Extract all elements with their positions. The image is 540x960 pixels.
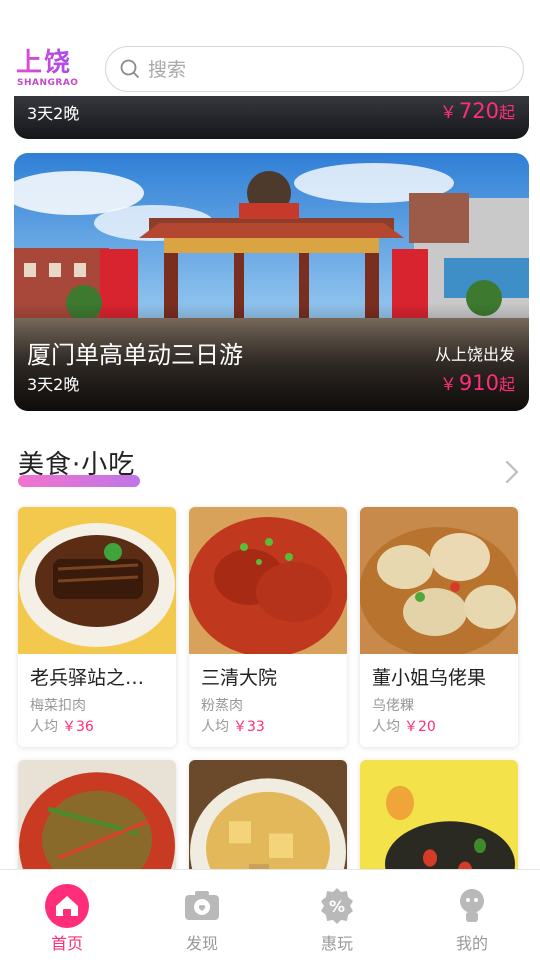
search-input[interactable] — [148, 57, 508, 83]
camera-icon — [185, 891, 219, 920]
nav-label: 首页 — [50, 934, 83, 953]
tour-duration: 3天2晚 — [27, 375, 80, 394]
food-card[interactable]: 三清大院 粉蒸肉 人均 ￥33 — [189, 507, 347, 747]
home-icon — [45, 884, 89, 928]
food-section-header: 美食·小吃 — [0, 440, 540, 492]
nav-label: 我的 — [455, 934, 488, 953]
chevron-right-icon[interactable] — [502, 458, 522, 486]
food-photo — [360, 507, 518, 654]
tour-departure: 从上饶出发 — [434, 345, 515, 364]
tour-duration: 3天2晚 — [27, 104, 80, 123]
nav-tab-discover[interactable]: 发现 — [157, 870, 247, 960]
dish-name: 乌佬粿 — [372, 698, 414, 714]
food-card[interactable]: 老兵驿站之… 梅菜扣肉 人均 ￥36 — [18, 507, 176, 747]
food-photo — [360, 760, 518, 880]
tour-price: ￥910起 — [439, 371, 515, 395]
food-photo — [18, 507, 176, 654]
food-card[interactable] — [189, 760, 347, 880]
discount-icon: % — [321, 888, 353, 924]
food-card[interactable] — [360, 760, 518, 880]
nav-tab-profile[interactable]: 我的 — [427, 870, 517, 960]
nav-label: 惠玩 — [320, 934, 353, 953]
dish-name: 粉蒸肉 — [201, 698, 243, 714]
restaurant-name: 董小姐乌佬果 — [372, 667, 487, 689]
tour-title: 厦门单高单动三日游 — [27, 341, 243, 369]
tour-card[interactable]: 厦门单高单动三日游 3天2晚 从上饶出发 ￥910起 — [14, 153, 529, 411]
food-photo — [189, 760, 347, 880]
food-card[interactable] — [18, 760, 176, 880]
profile-icon — [460, 889, 484, 922]
average-price: 人均 ￥36 — [30, 719, 94, 735]
top-header: 上饶 SHANGRAO — [0, 0, 540, 96]
section-title: 美食·小吃 — [18, 450, 136, 480]
nav-label: 发现 — [185, 934, 218, 953]
nav-tab-home[interactable]: 首页 — [22, 870, 112, 960]
average-price: 人均 ￥20 — [372, 719, 436, 735]
restaurant-name: 老兵驿站之… — [30, 667, 145, 689]
logo-chinese-text: 上饶 — [16, 48, 73, 78]
tour-price: ￥720起 — [439, 99, 515, 123]
restaurant-name: 三清大院 — [201, 667, 278, 689]
nav-tab-deals[interactable]: % 惠玩 — [292, 870, 382, 960]
tour-card[interactable]: 3天2晚 ￥720起 — [14, 90, 529, 139]
app-logo[interactable]: 上饶 SHANGRAO — [16, 48, 88, 90]
bottom-navigation: 首页 发现 % 惠玩 我的 — [0, 869, 540, 960]
logo-english-text: SHANGRAO — [17, 78, 79, 88]
food-photo — [18, 760, 176, 880]
app-screen: 上饶 SHANGRAO 3天2晚 ￥720起 — [0, 0, 540, 960]
average-price: 人均 ￥33 — [201, 719, 265, 735]
search-bar[interactable] — [105, 46, 524, 92]
food-card[interactable]: 董小姐乌佬果 乌佬粿 人均 ￥20 — [360, 507, 518, 747]
search-icon — [120, 59, 139, 78]
dish-name: 梅菜扣肉 — [30, 698, 86, 714]
food-photo — [189, 507, 347, 654]
svg-text:%: % — [329, 897, 345, 916]
section-title-wrap: 美食·小吃 — [18, 448, 140, 487]
